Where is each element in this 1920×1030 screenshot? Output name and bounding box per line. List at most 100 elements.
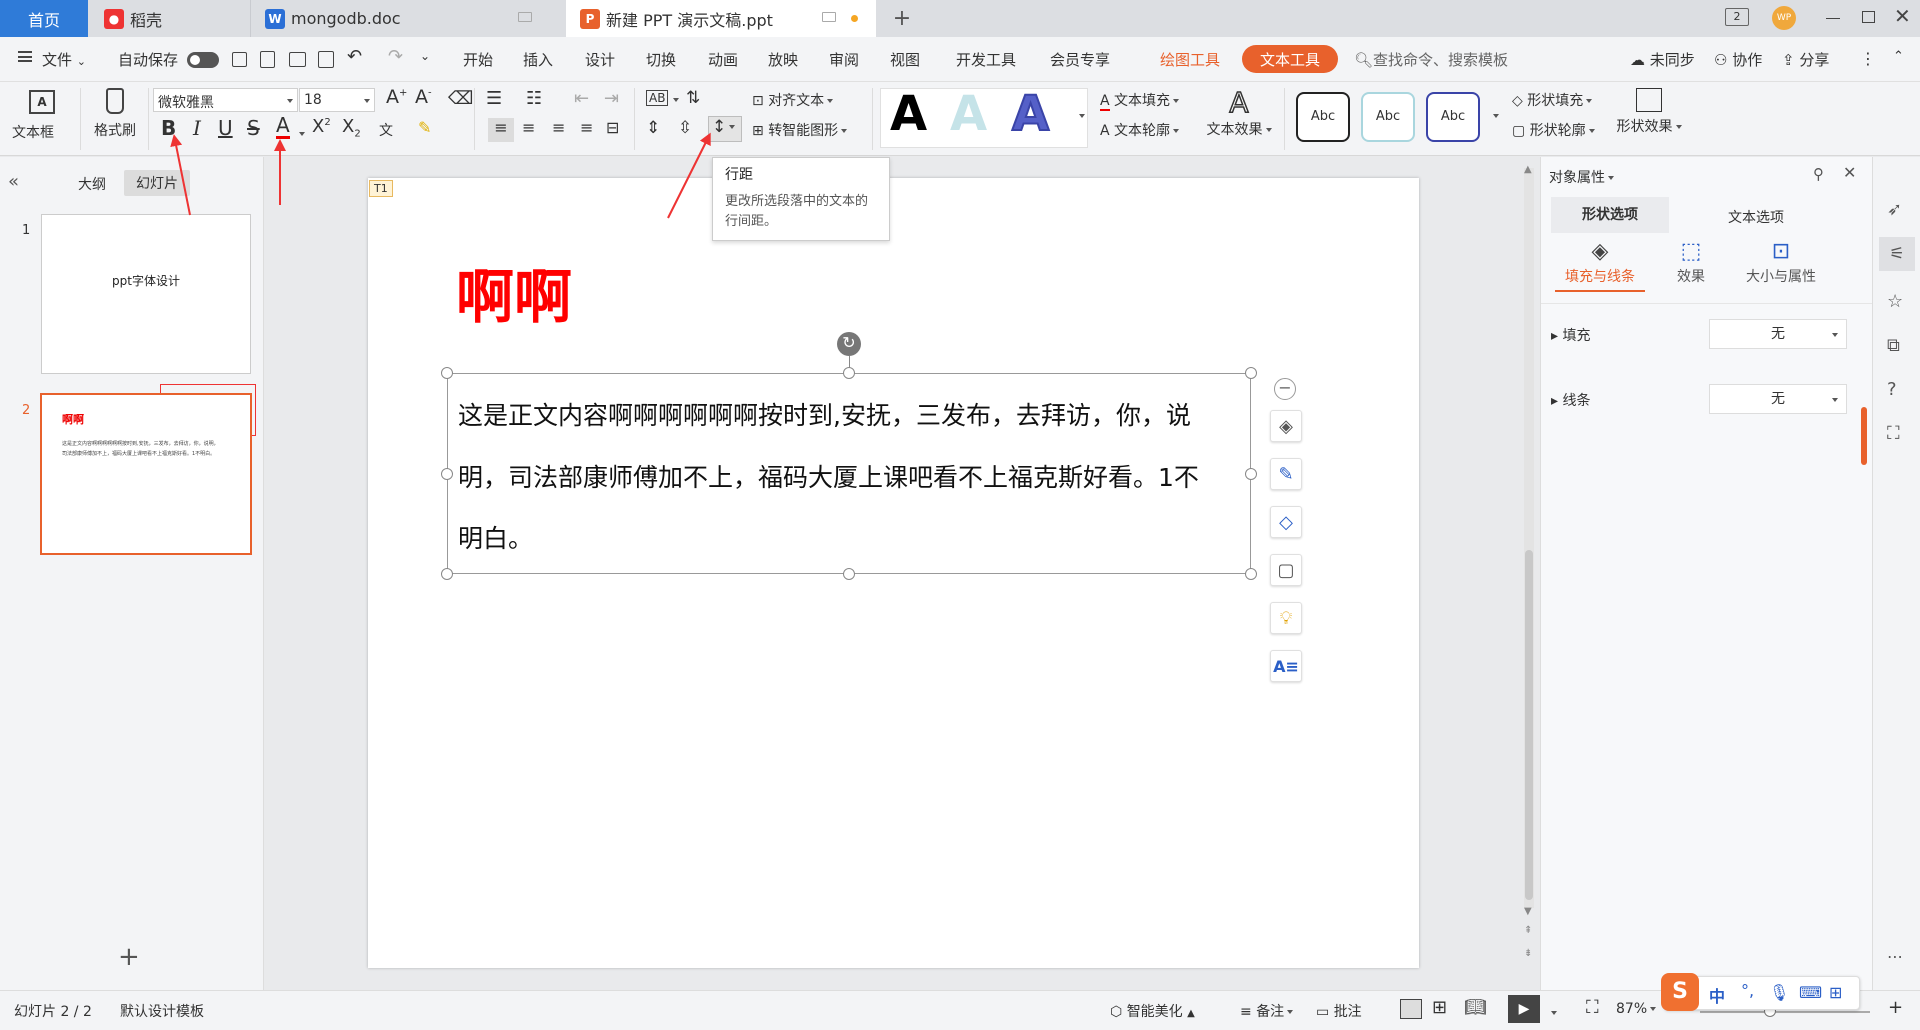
phonetic-icon[interactable]: 文	[379, 120, 393, 140]
para-spacing-icon[interactable]: ⇕	[646, 118, 660, 138]
ime-toolbar[interactable]: S 中 °, 🎙︎ ⌨ ⊞	[1661, 973, 1860, 1011]
close-panel-icon[interactable]: ✕	[1843, 163, 1856, 182]
line-section-toggle[interactable]: ▸ 线条	[1551, 390, 1590, 410]
decrease-font-icon[interactable]: A-	[415, 86, 432, 108]
scroll-up-icon[interactable]: ▲	[1524, 164, 1532, 175]
menu-item-member[interactable]: 会员专享	[1050, 49, 1110, 70]
menu-item-view[interactable]: 视图	[890, 49, 920, 70]
resize-handle-mr[interactable]	[1245, 468, 1257, 480]
resize-handle-bm[interactable]	[843, 568, 855, 580]
menu-item-drawing-tools[interactable]: 绘图工具	[1160, 49, 1220, 70]
ime-mic-icon[interactable]: 🎙︎	[1769, 983, 1789, 1002]
highlight-icon[interactable]: ✎	[418, 118, 431, 137]
shape-fill-button[interactable]: ◇ 形状填充	[1512, 90, 1593, 110]
resize-handle-tr[interactable]	[1245, 367, 1257, 379]
wordart-style-gradient[interactable]: A	[950, 86, 987, 142]
wordart-style-black[interactable]: A	[890, 86, 927, 142]
tab-home[interactable]: 首页	[0, 0, 88, 37]
search-command[interactable]: 🔍︎查找命令、搜索模板	[1354, 49, 1508, 70]
play-dropdown-icon[interactable]	[1548, 1005, 1557, 1021]
subtab-size[interactable]: ⊡ 大小与属性	[1731, 239, 1831, 286]
more-tools-icon[interactable]: ⋯	[1887, 947, 1903, 966]
bold-button[interactable]: B	[161, 116, 176, 140]
numbered-list-icon[interactable]: ☷	[526, 88, 542, 109]
increase-indent-icon[interactable]: ⇥	[604, 88, 619, 109]
add-slide-button[interactable]: +	[118, 942, 140, 972]
more-dropdown-icon[interactable]: ⌄	[420, 49, 430, 63]
menu-item-insert[interactable]: 插入	[523, 49, 553, 70]
body-textbox[interactable]: 这是正文内容啊啊啊啊啊啊按时到,安抚，三发布，去拜访，你，说 明，司法部康师傅加…	[447, 373, 1251, 574]
share-button[interactable]: ⇪ 分享	[1782, 49, 1829, 70]
text-effect-button[interactable]: A 文本效果	[1202, 85, 1276, 139]
para-spacing-2-icon[interactable]: ⇳	[678, 118, 692, 138]
text-float-button[interactable]: A≡	[1270, 650, 1302, 682]
text-direction-dropdown-icon[interactable]	[670, 92, 679, 108]
resize-handle-tm[interactable]	[843, 367, 855, 379]
justify-icon[interactable]: ≡	[580, 118, 593, 137]
star-icon[interactable]: ☆	[1887, 291, 1903, 312]
font-size-select[interactable]: 18	[299, 88, 375, 112]
slide-thumbnail-1[interactable]: ppt字体设计	[41, 214, 251, 374]
subtab-fill-line[interactable]: ◈ 填充与线条	[1555, 239, 1645, 292]
menu-item-text-tools[interactable]: 文本工具	[1242, 45, 1339, 73]
rotate-handle-icon[interactable]: ↻	[837, 332, 861, 356]
zoom-slider[interactable]	[1700, 1011, 1870, 1013]
file-menu[interactable]: 文件 ⌄	[42, 49, 86, 70]
ime-grid-icon[interactable]: ⊞	[1829, 983, 1842, 1002]
collapse-panel-icon[interactable]: «	[8, 171, 19, 192]
tab-mongodb[interactable]: W mongodb.doc	[250, 0, 562, 37]
minimize-icon[interactable]	[1826, 18, 1840, 19]
avatar[interactable]: WP	[1772, 6, 1796, 30]
slide-canvas[interactable]: T1 啊啊 这是正文内容啊啊啊啊啊啊按时到,安抚，三发布，去拜访，你，说 明，司…	[368, 178, 1419, 968]
line-select[interactable]: 无	[1709, 384, 1847, 414]
collapse-ribbon-icon[interactable]: ⌃	[1893, 49, 1904, 64]
idea-float-button[interactable]: 💡︎	[1270, 602, 1302, 634]
ime-lang[interactable]: 中	[1709, 983, 1725, 1007]
distribute-icon[interactable]: ⊟	[606, 118, 619, 137]
layout-icon[interactable]: 2	[1725, 8, 1749, 26]
panel-scroll-indicator[interactable]	[1861, 407, 1867, 465]
pen-float-button[interactable]: ✎	[1270, 458, 1302, 490]
prev-page-icon[interactable]: ⇞	[1524, 925, 1532, 936]
textbox-button[interactable]: A 文本框	[12, 88, 72, 150]
close-window-icon[interactable]: ✕	[1894, 4, 1911, 28]
slide-thumbnail-2[interactable]: 啊啊 这是正文内容啊啊啊啊啊啊按时到,安抚，三发布，去拜访，你，说明，司法部康师…	[40, 393, 252, 555]
resize-handle-bl[interactable]	[441, 568, 453, 580]
superscript-icon[interactable]: X2	[312, 116, 331, 137]
italic-button[interactable]: I	[193, 116, 201, 140]
frame-float-button[interactable]: ▢	[1270, 554, 1302, 586]
increase-font-icon[interactable]: A+	[386, 86, 407, 108]
wordart-more-icon[interactable]	[1076, 108, 1085, 124]
restore-icon[interactable]	[1862, 11, 1875, 23]
wordart-style-blue[interactable]: A	[1011, 85, 1050, 143]
autosave-toggle[interactable]	[187, 52, 219, 68]
format-painter-button[interactable]: 格式刷	[90, 88, 140, 150]
shape-style-2[interactable]: Abc	[1361, 92, 1415, 142]
menu-item-review[interactable]: 审阅	[829, 49, 859, 70]
fill-select[interactable]: 无	[1709, 319, 1847, 349]
fit-window-icon[interactable]: ⛶	[1586, 997, 1599, 1018]
shape-style-more-icon[interactable]	[1490, 108, 1499, 124]
bullet-list-icon[interactable]: ☰	[486, 88, 502, 109]
shape-style-3[interactable]: Abc	[1426, 92, 1480, 142]
font-name-select[interactable]: 微软雅黑	[153, 88, 298, 112]
fill-section-toggle[interactable]: ▸ 填充	[1551, 325, 1590, 345]
template-name[interactable]: 默认设计模板	[120, 1001, 204, 1021]
properties-icon[interactable]: ⚟	[1879, 237, 1915, 271]
align-right-icon[interactable]: ≡	[552, 118, 565, 137]
sort-icon[interactable]: ⇅	[686, 88, 700, 108]
subscript-icon[interactable]: X2	[342, 116, 361, 140]
backup-icon[interactable]: ⛶	[1887, 423, 1900, 444]
resize-handle-tl[interactable]	[441, 367, 453, 379]
export-pdf-icon[interactable]	[260, 51, 275, 68]
layers-float-button[interactable]: ◈	[1270, 410, 1302, 442]
tab-outline[interactable]: 大纲	[78, 174, 106, 194]
zoom-in-icon[interactable]: +	[1888, 997, 1903, 1018]
font-color-dropdown-icon[interactable]	[296, 126, 305, 142]
scroll-down-icon[interactable]: ▼	[1524, 906, 1532, 917]
scrollbar-thumb[interactable]	[1525, 550, 1533, 900]
menu-item-transition[interactable]: 切换	[646, 49, 676, 70]
smart-shape-button[interactable]: ⊞ 转智能图形	[752, 120, 848, 140]
redo-icon[interactable]: ↷	[388, 46, 403, 67]
collapse-float-icon[interactable]: −	[1274, 378, 1296, 400]
